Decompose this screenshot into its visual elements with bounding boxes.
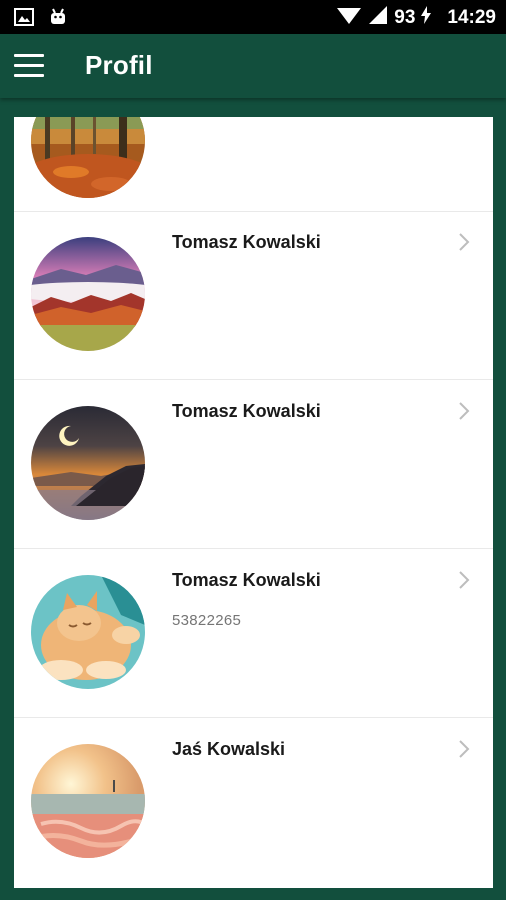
hamburger-menu-icon[interactable]	[14, 54, 44, 78]
avatar-sleeping-cat	[31, 575, 145, 689]
chevron-right-icon[interactable]	[457, 739, 471, 759]
android-icon	[48, 7, 68, 32]
list-item[interactable]: Tomasz Kowalski 53822265	[14, 550, 493, 718]
chevron-right-icon[interactable]	[457, 570, 471, 590]
avatar-autumn-forest	[31, 117, 145, 198]
profile-number: 53822265	[172, 612, 242, 629]
clock: 14:29	[447, 7, 496, 28]
signal-icon	[368, 5, 388, 31]
status-bar: 93 14:29	[0, 0, 506, 34]
profile-list[interactable]: Tomasz Kowalski Tomasz Kowalski Tomasz K…	[14, 117, 493, 888]
app-bar: Profil	[0, 34, 506, 98]
profile-name: Tomasz Kowalski	[172, 570, 321, 590]
list-item[interactable]: Tomasz Kowalski	[14, 212, 493, 380]
chevron-right-icon[interactable]	[457, 232, 471, 252]
profile-name: Tomasz Kowalski	[172, 232, 321, 252]
avatar-beach-sunrise	[31, 744, 145, 858]
list-item[interactable]: Tomasz Kowalski	[14, 381, 493, 549]
profile-name: Jaś Kowalski	[172, 739, 286, 759]
image-icon	[14, 8, 34, 31]
battery-level: 93	[394, 7, 416, 28]
avatar-mountain-sunset	[31, 237, 145, 351]
chevron-right-icon[interactable]	[457, 401, 471, 421]
profile-name: Tomasz Kowalski	[172, 401, 321, 421]
wifi-icon	[336, 5, 362, 31]
page-title: Profil	[85, 50, 153, 80]
list-item[interactable]	[14, 117, 493, 212]
battery-charging-icon	[421, 6, 432, 30]
avatar-moon-lake	[31, 406, 145, 520]
list-item[interactable]: Jaś Kowalski	[14, 719, 493, 887]
